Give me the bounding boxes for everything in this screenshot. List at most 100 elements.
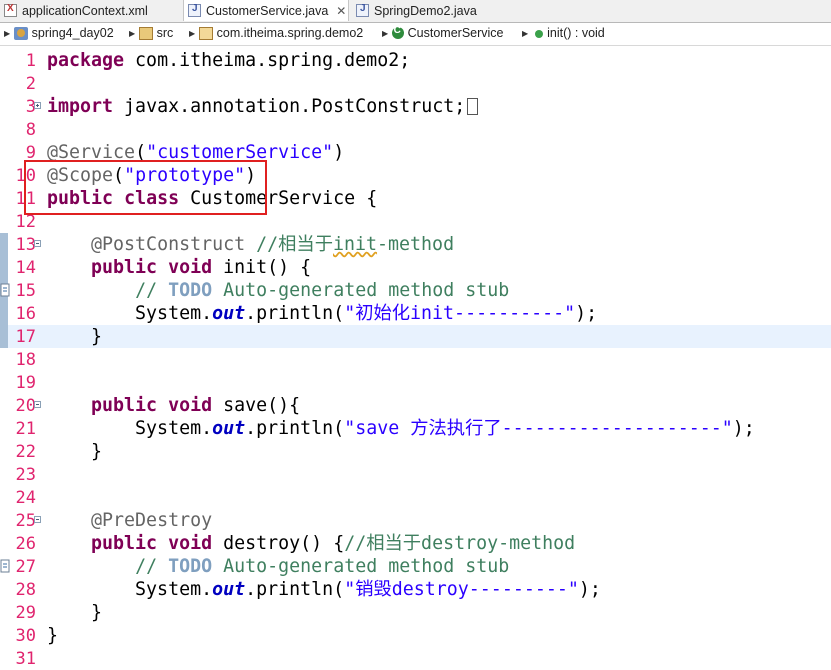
class-icon <box>391 25 404 39</box>
tab-spring-demo2[interactable]: SpringDemo2.java <box>356 0 477 21</box>
line-number: 26 <box>15 534 36 554</box>
code-line[interactable]: 21 System.out.println("save 方法执行了-------… <box>0 417 831 440</box>
code-token: //相当于destroy-method <box>344 533 576 554</box>
code-line[interactable]: 25 @PreDestroy <box>0 509 831 532</box>
breadcrumb-folder[interactable]: ▶ src <box>129 26 173 40</box>
code-line[interactable]: 9 @Service("customerService") <box>0 141 831 164</box>
change-ruler <box>0 486 8 509</box>
line-number: 8 <box>25 120 36 140</box>
tab-customer-service[interactable]: CustomerService.java ✕ <box>183 0 349 21</box>
xml-file-icon <box>4 3 17 17</box>
code-token: .println( <box>245 418 345 439</box>
code-token: //相当于 <box>256 234 333 255</box>
change-ruler <box>0 417 8 440</box>
code-token: init() { <box>212 257 312 278</box>
code-text: import javax.annotation.PostConstruct; <box>47 96 479 117</box>
tab-application-context[interactable]: applicationContext.xml <box>4 0 148 21</box>
line-number: 10 <box>15 166 36 186</box>
code-line[interactable]: 15 // TODO Auto-generated method stub <box>0 279 831 302</box>
code-token: .println( <box>245 303 345 324</box>
code-text: public void init() { <box>47 257 311 278</box>
package-icon <box>198 26 213 40</box>
code-line[interactable]: 29 } <box>0 601 831 624</box>
code-line[interactable]: 3 import javax.annotation.PostConstruct; <box>0 95 831 118</box>
code-token: ) <box>333 142 345 163</box>
code-line[interactable]: 17 } <box>0 325 831 348</box>
breadcrumb-project[interactable]: ▶ spring4_day02 <box>4 26 114 40</box>
collapse-fold-icon[interactable] <box>34 401 41 408</box>
code-line[interactable]: 24 <box>0 486 831 509</box>
change-ruler <box>0 394 8 417</box>
line-number: 20 <box>15 396 36 416</box>
code-token: ); <box>575 303 598 324</box>
code-line[interactable]: 20 public void save(){ <box>0 394 831 417</box>
tab-label: CustomerService.java <box>206 3 329 18</box>
code-line[interactable]: 23 <box>0 463 831 486</box>
breadcrumb-package[interactable]: ▶ com.itheima.spring.demo2 <box>189 26 363 40</box>
code-text: package com.itheima.spring.demo2; <box>47 50 410 71</box>
line-number: 25 <box>15 511 36 531</box>
code-line[interactable]: 19 <box>0 371 831 394</box>
code-text: System.out.println("初始化init----------"); <box>47 303 597 324</box>
code-token: javax.annotation.PostConstruct; <box>113 96 466 117</box>
code-line[interactable]: 16 System.out.println("初始化init----------… <box>0 302 831 325</box>
code-token: } <box>47 602 103 623</box>
change-ruler <box>0 578 8 601</box>
code-editor[interactable]: 1 package com.itheima.spring.demo2; 2 3 impo… <box>0 46 831 669</box>
code-line[interactable]: 14 public void init() { <box>0 256 831 279</box>
change-ruler <box>0 532 8 555</box>
editor-tab-bar: applicationContext.xml CustomerService.j… <box>0 0 831 23</box>
code-text: public void destroy() {//相当于destroy-meth… <box>47 533 575 554</box>
code-line[interactable]: 1 package com.itheima.spring.demo2; <box>0 49 831 72</box>
code-line[interactable]: 31 <box>0 647 831 670</box>
close-icon[interactable]: ✕ <box>336 4 346 18</box>
code-line[interactable]: 12 <box>0 210 831 233</box>
code-token: CustomerService { <box>179 188 378 209</box>
code-line[interactable]: 11 public class CustomerService { <box>0 187 831 210</box>
chevron-right-icon: ▶ <box>129 28 136 38</box>
code-line[interactable]: 28 System.out.println("销毁destroy--------… <box>0 578 831 601</box>
code-line[interactable]: 2 <box>0 72 831 95</box>
code-line[interactable]: 10 @Scope("prototype") <box>0 164 831 187</box>
collapse-fold-icon[interactable] <box>34 516 41 523</box>
breadcrumb-method[interactable]: ▶ init() : void <box>522 26 605 40</box>
code-token: import <box>47 96 114 117</box>
line-number: 28 <box>15 580 36 600</box>
code-line[interactable]: 26 public void destroy() {//相当于destroy-m… <box>0 532 831 555</box>
code-token: } <box>47 441 103 462</box>
change-ruler <box>0 371 8 394</box>
change-ruler <box>0 256 8 279</box>
code-line[interactable]: 22 } <box>0 440 831 463</box>
change-ruler <box>0 440 8 463</box>
expand-fold-icon[interactable] <box>34 102 41 109</box>
change-ruler <box>0 463 8 486</box>
code-token: @PreDestroy <box>91 510 213 531</box>
code-token: void <box>168 533 213 554</box>
breadcrumb-class[interactable]: ▶ CustomerService <box>382 25 504 40</box>
code-text: // TODO Auto-generated method stub <box>47 280 509 301</box>
collapse-fold-icon[interactable] <box>34 240 41 247</box>
line-number: 18 <box>15 350 36 370</box>
code-line[interactable]: 27 // TODO Auto-generated method stub <box>0 555 831 578</box>
code-token: TODO <box>168 280 213 301</box>
code-line[interactable]: 18 <box>0 348 831 371</box>
line-number: 15 <box>15 281 36 301</box>
code-token: void <box>168 257 213 278</box>
code-line[interactable]: 30} <box>0 624 831 647</box>
code-line[interactable]: 8 <box>0 118 831 141</box>
code-line[interactable]: 13 @PostConstruct //相当于init-method <box>0 233 831 256</box>
change-ruler <box>0 348 8 371</box>
chevron-right-icon: ▶ <box>382 28 389 38</box>
change-ruler <box>0 118 8 141</box>
project-icon <box>13 26 28 40</box>
code-token: public <box>91 533 158 554</box>
code-token: out <box>212 579 246 600</box>
folded-imports-icon[interactable] <box>467 98 479 115</box>
code-token: -method <box>377 234 455 255</box>
